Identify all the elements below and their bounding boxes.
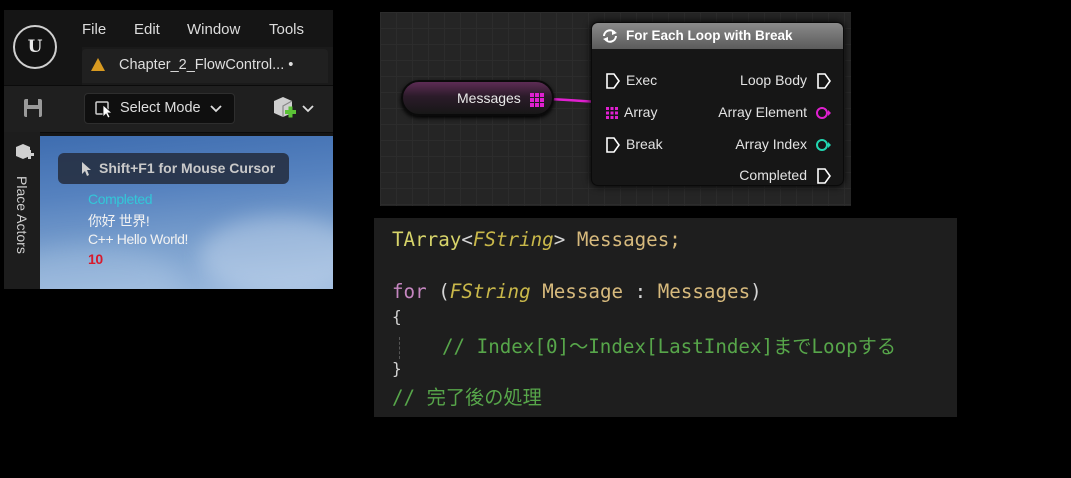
code-token: :	[623, 280, 658, 303]
variable-node-label: Messages	[457, 90, 521, 106]
code-token: <	[461, 228, 473, 251]
pin-label-exec: Exec	[626, 72, 658, 88]
loop-icon	[603, 29, 617, 43]
level-tab[interactable]: Chapter_2_FlowControl... •	[82, 49, 328, 83]
exec-pin-icon[interactable]	[606, 137, 620, 153]
array-pin-icon[interactable]	[530, 93, 544, 107]
unreal-editor-panel: File Edit Window Tools U Chapter_2_FlowC…	[4, 10, 333, 289]
menu-tools[interactable]: Tools	[269, 21, 304, 38]
select-mode-label: Select Mode	[120, 100, 201, 116]
pin-label-array-element: Array Element	[718, 104, 807, 120]
exec-pin-icon[interactable]	[817, 73, 831, 89]
tab-bar: Chapter_2_FlowControl... •	[82, 47, 333, 85]
menu-file[interactable]: File	[82, 21, 106, 38]
array-index-pin-icon[interactable]	[815, 138, 831, 152]
code-token: for	[392, 280, 427, 303]
code-block: TArray<FString> Messages; for (FString M…	[374, 218, 957, 417]
mouse-cursor-hint-label: Shift+F1 for Mouse Cursor	[99, 160, 276, 176]
level-icon	[91, 58, 105, 71]
code-token: FString	[449, 280, 531, 303]
code-token: )	[750, 280, 762, 303]
for-each-loop-node[interactable]: For Each Loop with Break Exec Array Brea…	[591, 22, 844, 186]
sky-cloud	[40, 246, 180, 289]
code-token: Messages	[657, 280, 751, 303]
place-actors-tab[interactable]: Place Actors	[14, 176, 30, 254]
level-viewport[interactable]: Shift+F1 for Mouse Cursor Completed 你好 世…	[40, 136, 333, 289]
code-line-6: // 完了後の処理	[392, 386, 542, 409]
log-line: 10	[88, 251, 103, 267]
pin-label-array-index: Array Index	[735, 136, 807, 152]
exec-pin-icon[interactable]	[817, 168, 831, 184]
node-header[interactable]: For Each Loop with Break	[592, 23, 843, 49]
menu-edit[interactable]: Edit	[134, 21, 160, 38]
code-token: Messages;	[565, 228, 681, 251]
pin-label-loop-body: Loop Body	[740, 72, 807, 88]
main-toolbar: Select Mode	[4, 85, 333, 133]
indent-guide	[399, 337, 400, 359]
blueprint-graph[interactable]: Messages For Each Loop with Break Exec A…	[380, 12, 851, 206]
node-title: For Each Loop with Break	[626, 28, 793, 43]
code-line-4: // Index[0]～Index[LastIndex]までLoopする	[442, 335, 897, 358]
unreal-logo-icon[interactable]: U	[13, 25, 57, 69]
select-mode-icon	[95, 101, 114, 118]
code-token: >	[553, 228, 566, 251]
code-token: FString	[472, 228, 554, 251]
pin-label-array: Array	[624, 104, 658, 120]
code-line-2: for (FString Message : Messages)	[392, 280, 762, 303]
mouse-cursor-icon	[82, 162, 91, 176]
mouse-cursor-hint: Shift+F1 for Mouse Cursor	[58, 153, 289, 184]
select-mode-dropdown[interactable]: Select Mode	[84, 93, 235, 124]
level-tab-label: Chapter_2_FlowControl... •	[119, 57, 294, 73]
array-pin-icon[interactable]	[606, 107, 618, 119]
save-icon[interactable]	[23, 98, 43, 118]
code-line-5: }	[392, 359, 402, 378]
log-line: C++ Hello World!	[88, 231, 188, 247]
menu-window[interactable]: Window	[187, 21, 240, 38]
exec-pin-icon[interactable]	[606, 73, 620, 89]
log-line: Completed	[88, 191, 153, 207]
side-rail: Place Actors	[4, 132, 40, 289]
messages-variable-node[interactable]: Messages	[401, 80, 554, 116]
add-actor-icon[interactable]	[270, 95, 318, 123]
code-line-3: {	[392, 307, 402, 326]
code-token: TArray	[392, 228, 462, 251]
array-element-pin-icon[interactable]	[815, 106, 831, 120]
code-token: (	[426, 280, 450, 303]
code-line-1: TArray<FString> Messages;	[392, 228, 681, 251]
code-token: Message	[530, 280, 624, 303]
sky-cloud	[200, 216, 333, 289]
pin-label-completed: Completed	[739, 167, 807, 183]
chevron-down-icon	[210, 105, 222, 113]
place-actors-icon[interactable]	[14, 142, 34, 162]
log-line: 你好 世界!	[88, 213, 150, 229]
pin-label-break: Break	[626, 136, 663, 152]
